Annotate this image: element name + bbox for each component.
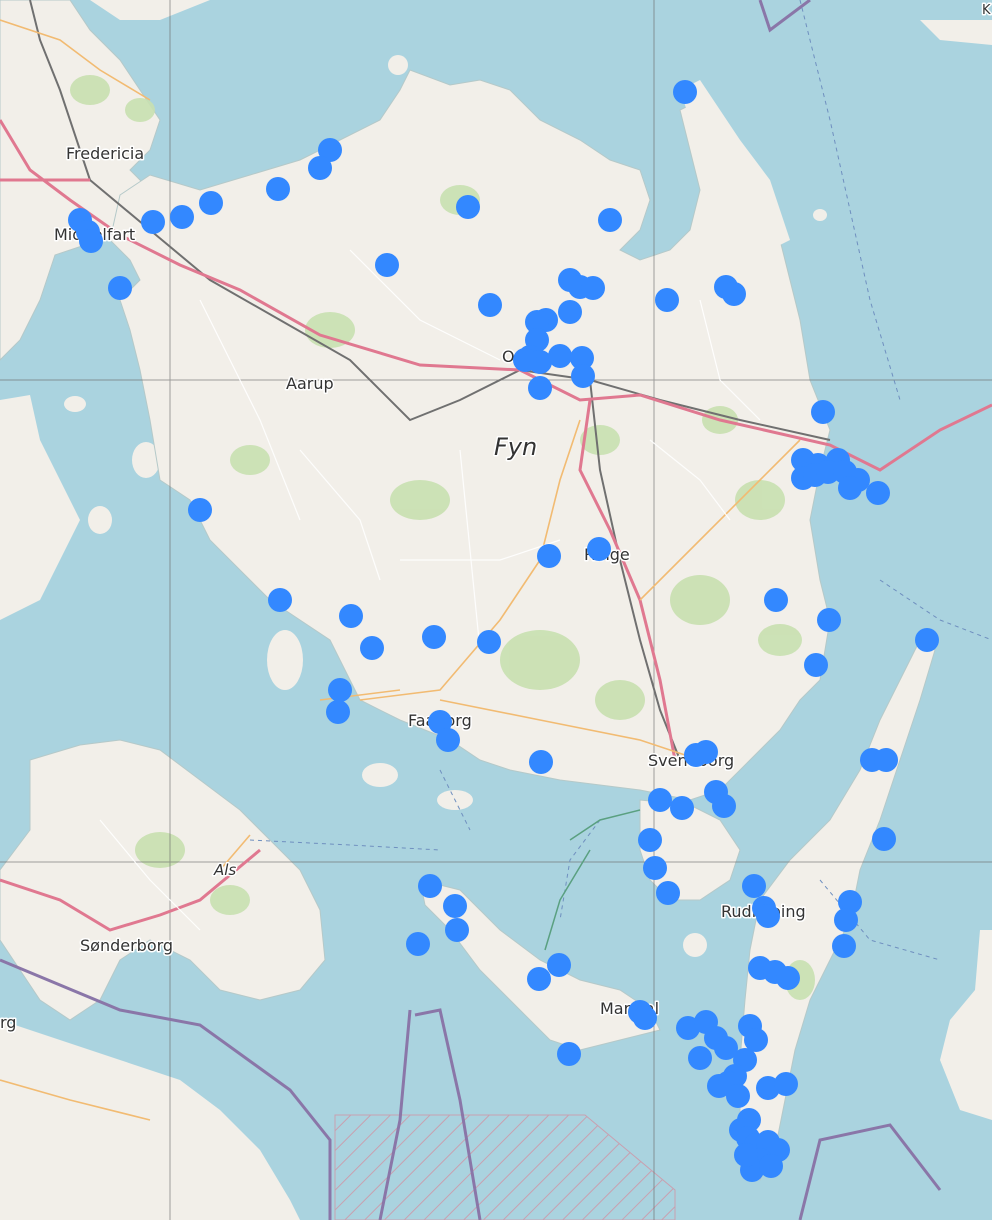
location-marker-icon[interactable] (648, 788, 672, 812)
label-aarup: Aarup (286, 374, 334, 393)
location-marker-icon[interactable] (598, 208, 622, 232)
islet-2 (88, 506, 112, 534)
location-marker-icon[interactable] (712, 794, 736, 818)
location-marker-icon[interactable] (670, 796, 694, 820)
location-marker-icon[interactable] (547, 953, 571, 977)
location-marker-icon[interactable] (443, 894, 467, 918)
location-marker-icon[interactable] (811, 400, 835, 424)
islet-3 (64, 396, 86, 412)
location-marker-icon[interactable] (872, 827, 896, 851)
location-marker-icon[interactable] (436, 728, 460, 752)
map-tiles: Fredericia Middelfart O Aarup Fyn Ringe … (0, 0, 992, 1220)
location-marker-icon[interactable] (759, 1154, 783, 1178)
islet-avernako (267, 630, 303, 690)
label-sonderborg: Sønderborg (80, 936, 173, 955)
location-marker-icon[interactable] (266, 177, 290, 201)
location-marker-icon[interactable] (528, 376, 552, 400)
location-marker-icon[interactable] (477, 630, 501, 654)
location-marker-icon[interactable] (734, 1143, 758, 1167)
location-marker-icon[interactable] (79, 229, 103, 253)
label-fredericia: Fredericia (66, 144, 144, 163)
location-marker-icon[interactable] (834, 908, 858, 932)
label-fyn: Fyn (494, 433, 537, 461)
location-marker-icon[interactable] (558, 300, 582, 324)
location-marker-icon[interactable] (756, 904, 780, 928)
location-marker-icon[interactable] (774, 1072, 798, 1096)
location-marker-icon[interactable] (832, 934, 856, 958)
location-marker-icon[interactable] (638, 828, 662, 852)
location-marker-icon[interactable] (308, 156, 332, 180)
location-marker-icon[interactable] (108, 276, 132, 300)
location-marker-icon[interactable] (339, 604, 363, 628)
location-marker-icon[interactable] (548, 344, 572, 368)
location-marker-icon[interactable] (268, 588, 292, 612)
location-marker-icon[interactable] (422, 625, 446, 649)
location-marker-icon[interactable] (817, 608, 841, 632)
location-marker-icon[interactable] (456, 195, 480, 219)
location-marker-icon[interactable] (742, 874, 766, 898)
location-marker-icon[interactable] (326, 700, 350, 724)
location-marker-icon[interactable] (673, 80, 697, 104)
islet-north (388, 55, 408, 75)
location-marker-icon[interactable] (587, 537, 611, 561)
location-marker-icon[interactable] (513, 348, 537, 372)
location-marker-icon[interactable] (688, 1046, 712, 1070)
location-marker-icon[interactable] (776, 966, 800, 990)
location-marker-icon[interactable] (633, 1006, 657, 1030)
location-marker-icon[interactable] (418, 874, 442, 898)
location-marker-icon[interactable] (141, 210, 165, 234)
location-marker-icon[interactable] (722, 282, 746, 306)
islet-bjorno (362, 763, 398, 787)
location-marker-icon[interactable] (445, 918, 469, 942)
location-marker-icon[interactable] (804, 653, 828, 677)
location-marker-icon[interactable] (537, 544, 561, 568)
location-marker-icon[interactable] (694, 740, 718, 764)
location-marker-icon[interactable] (188, 498, 212, 522)
location-marker-icon[interactable] (643, 856, 667, 880)
location-marker-icon[interactable] (764, 588, 788, 612)
label-corner-k: K (982, 3, 991, 18)
location-marker-icon[interactable] (838, 476, 862, 500)
location-marker-icon[interactable] (915, 628, 939, 652)
label-odense: O (502, 347, 515, 366)
location-marker-icon[interactable] (527, 967, 551, 991)
label-als: Als (213, 861, 236, 879)
location-marker-icon[interactable] (375, 253, 399, 277)
location-marker-icon[interactable] (866, 481, 890, 505)
islet-strynø (683, 933, 707, 957)
location-marker-icon[interactable] (726, 1084, 750, 1108)
location-marker-icon[interactable] (571, 364, 595, 388)
location-marker-icon[interactable] (655, 288, 679, 312)
location-marker-icon[interactable] (170, 205, 194, 229)
location-marker-icon[interactable] (360, 636, 384, 660)
location-marker-icon[interactable] (406, 932, 430, 956)
location-marker-icon[interactable] (478, 293, 502, 317)
label-corner-rg: rg (0, 1013, 16, 1032)
location-marker-icon[interactable] (557, 1042, 581, 1066)
map-view[interactable]: Fredericia Middelfart O Aarup Fyn Ringe … (0, 0, 992, 1220)
location-marker-icon[interactable] (656, 881, 680, 905)
islet-ne (813, 209, 827, 221)
location-marker-icon[interactable] (529, 750, 553, 774)
location-marker-icon[interactable] (328, 678, 352, 702)
location-marker-icon[interactable] (874, 748, 898, 772)
location-marker-icon[interactable] (199, 191, 223, 215)
location-marker-icon[interactable] (581, 276, 605, 300)
